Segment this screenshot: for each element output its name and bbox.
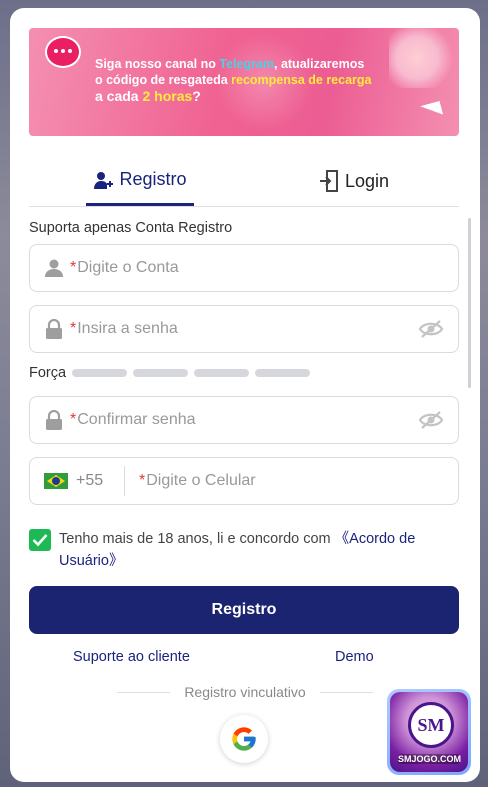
customer-support-link[interactable]: Suporte ao cliente [73, 649, 190, 665]
tab-register[interactable]: Registro [86, 156, 194, 206]
reward-highlight: recompensa de recarga [231, 73, 372, 87]
password-input[interactable] [76, 319, 418, 339]
checkmark-icon [32, 534, 48, 547]
eye-slash-icon[interactable] [418, 410, 444, 430]
badge-image: SM SMJOGO.COM [390, 692, 468, 772]
social-divider: Registro vinculativo [117, 684, 374, 700]
strength-bar [194, 369, 250, 377]
confirm-password-field[interactable]: * [29, 396, 459, 444]
paper-plane-icon [400, 101, 444, 125]
login-door-icon [319, 170, 338, 192]
strength-label: Força [29, 365, 67, 381]
lock-icon [44, 410, 64, 430]
agreement-text: Tenho mais de 18 anos, li e concordo com… [59, 531, 416, 569]
smjogo-floating-badge[interactable]: SM SMJOGO.COM [387, 689, 471, 775]
strength-bar [72, 369, 128, 377]
password-field[interactable]: * [29, 305, 459, 353]
tab-register-label: Registro [119, 169, 187, 189]
password-strength: Força [29, 365, 311, 381]
account-type-note: Suporta apenas Conta Registro [29, 220, 233, 236]
social-divider-label: Registro vinculativo [184, 684, 306, 700]
demo-link[interactable]: Demo [335, 649, 374, 665]
age-agreement: Tenho mais de 18 anos, li e concordo com… [29, 528, 449, 572]
phone-input[interactable] [145, 471, 458, 491]
phone-field[interactable]: +55 * [29, 457, 459, 505]
form-scrollbar[interactable] [468, 218, 471, 388]
strength-bar [133, 369, 189, 377]
register-button[interactable]: Registro [29, 586, 459, 634]
lock-icon [44, 319, 64, 339]
chat-bubble-icon [45, 36, 81, 68]
country-code: +55 [76, 472, 104, 489]
sm-logo: SM [408, 702, 454, 748]
auth-tabs: Registro Login [29, 156, 459, 207]
confirm-password-input[interactable] [76, 410, 418, 430]
banner-text: Siga nosso canal no Telegram, atualizare… [95, 57, 372, 104]
user-icon [44, 258, 64, 278]
strength-bar [255, 369, 311, 377]
country-code-selector[interactable]: +55 [44, 466, 125, 496]
account-input[interactable] [76, 258, 458, 278]
google-signin-button[interactable] [220, 715, 268, 763]
tab-login[interactable]: Login [304, 156, 404, 206]
brazil-flag-icon [44, 473, 68, 489]
badge-caption: SMJOGO.COM [398, 754, 462, 764]
tab-login-label: Login [344, 170, 390, 191]
telegram-promo-banner[interactable]: Siga nosso canal no Telegram, atualizare… [29, 28, 459, 136]
account-field[interactable]: * [29, 244, 459, 292]
agreement-checkbox[interactable] [29, 529, 51, 551]
google-icon [232, 727, 256, 751]
register-modal: Siga nosso canal no Telegram, atualizare… [10, 8, 480, 782]
telegram-highlight: Telegram [219, 57, 274, 71]
user-add-icon [94, 171, 114, 189]
hours-highlight: 2 horas [142, 88, 193, 104]
eye-slash-icon[interactable] [418, 319, 444, 339]
